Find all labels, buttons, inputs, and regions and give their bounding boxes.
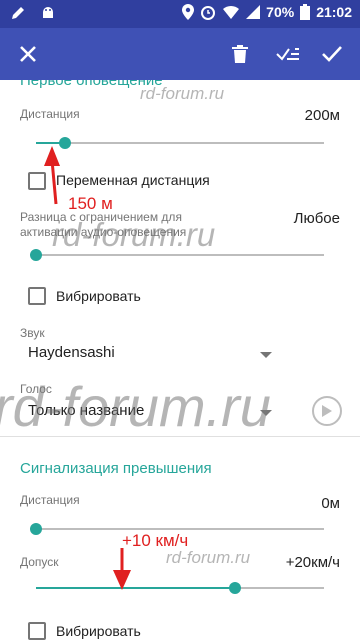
annotation-arrow-down [113, 548, 131, 590]
annotation-arrow-up [44, 146, 60, 205]
distance-annotation: 150 м [68, 194, 113, 213]
tolerance-annotation: +10 км/ч [122, 531, 189, 550]
